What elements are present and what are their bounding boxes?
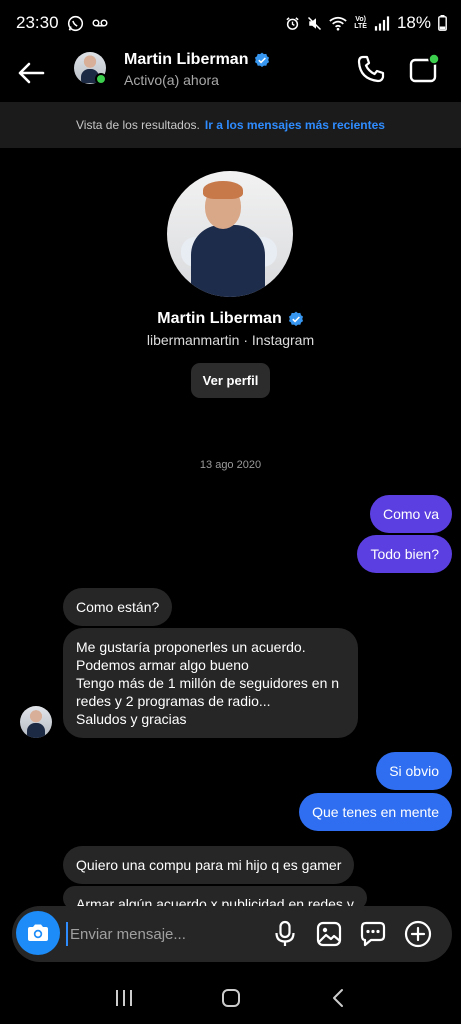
back-button[interactable] [14,56,48,90]
verified-badge-icon [288,311,303,327]
sticker-icon [360,921,386,947]
profile-name-row: Martin Liberman [0,310,461,328]
microphone-icon [275,920,295,946]
view-profile-button[interactable]: Ver perfil [191,363,270,398]
volte-icon: Vo) LTE [354,16,367,30]
camera-icon [28,924,48,941]
message-bubble-outgoing[interactable]: Como va [369,495,452,533]
contact-name: Martin Liberman [124,51,249,68]
banner-text: Vista de los resultados. [76,118,200,132]
status-time: 23:30 [16,13,59,32]
latest-messages-link[interactable]: Ir a los mensajes más recientes [205,118,385,132]
nav-back-icon [332,989,343,1007]
profile-username: libermanmartin · Instagram [146,332,315,348]
message-bubble-incoming[interactable]: Me gustaría proponerles un acuerdo. Pode… [63,628,358,738]
battery-icon [438,15,447,31]
status-bar: 23:30 Vo) LTE 18% [0,0,461,46]
wifi-icon [329,16,347,31]
contact-status: Activo(a) ahora [124,72,219,88]
camera-button[interactable] [16,911,60,955]
more-options-button[interactable] [403,919,433,949]
voicemail-icon [92,18,108,28]
message-bubble-outgoing[interactable]: Que tenes en mente [299,793,452,831]
back-arrow-icon [18,62,45,84]
alarm-icon [285,16,300,31]
battery-percent: 18% [396,13,431,32]
phone-icon [357,55,385,83]
chat-header: Martin Liberman Activo(a) ahora [0,46,461,102]
message-bubble-incoming[interactable]: Quiero una compu para mi hijo q es gamer [63,846,355,884]
recents-icon [115,990,132,1006]
nav-back-button[interactable] [318,978,358,1018]
sticker-button[interactable] [358,919,388,949]
plus-icon [404,920,432,948]
video-camera-icon [409,53,440,83]
message-input[interactable] [66,922,266,946]
recents-button[interactable] [104,978,144,1018]
mute-icon [307,16,322,31]
gallery-button[interactable] [314,919,344,949]
audio-call-button[interactable] [356,54,388,86]
message-bubble-incoming[interactable]: Como están? [63,588,173,626]
signal-icon [374,15,390,31]
gallery-icon [316,921,342,947]
verified-badge-icon [255,52,270,68]
search-results-banner: Vista de los resultados. Ir a los mensaj… [0,102,461,148]
sender-avatar[interactable] [20,706,52,738]
profile-picture[interactable] [167,171,293,297]
video-call-button[interactable] [408,52,442,86]
message-composer [12,906,452,962]
system-navigation-bar [0,972,461,1024]
date-separator: 13 ago 2020 [199,459,262,471]
home-button[interactable] [211,978,251,1018]
profile-name: Martin Liberman [157,310,282,327]
whatsapp-icon [67,15,84,32]
message-bubble-outgoing[interactable]: Si obvio [376,752,452,790]
online-indicator [95,73,107,85]
message-bubble-outgoing[interactable]: Todo bien? [357,535,452,573]
contact-name-row[interactable]: Martin Liberman [124,51,270,69]
voice-message-button[interactable] [270,919,300,949]
home-icon [221,989,240,1007]
